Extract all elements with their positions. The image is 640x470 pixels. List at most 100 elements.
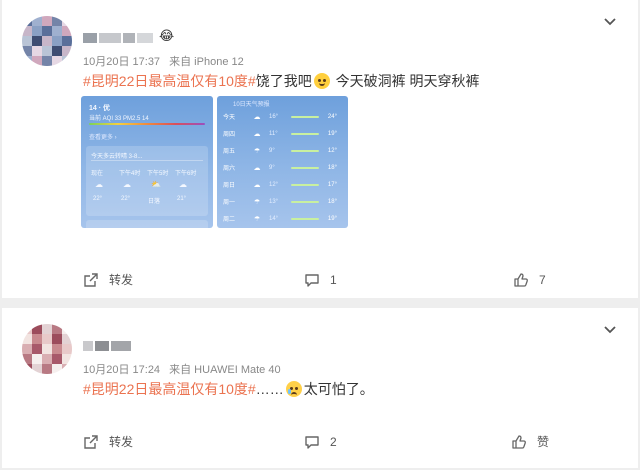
- hourly-summary: 今天多云转晴 3-8...: [91, 154, 143, 160]
- divider: [91, 160, 203, 161]
- action-bar: 转发 1 7: [2, 270, 638, 290]
- forecast-high: 19°: [327, 130, 337, 137]
- temp-range-bar: [291, 149, 319, 152]
- temp-range-bar: [291, 166, 319, 169]
- hour-label: 下午4时: [119, 171, 141, 177]
- chevron-down-icon[interactable]: [602, 322, 618, 338]
- post-time[interactable]: 10月20日 17:24: [83, 364, 160, 376]
- post-text-part: ……: [255, 381, 284, 397]
- comment-button[interactable]: 2: [304, 432, 337, 452]
- temp-range-bar: [291, 132, 319, 135]
- sunset-icon: ⛅: [151, 180, 161, 189]
- forecast-row: 周四 ☁ 11° 19°: [223, 125, 342, 142]
- forecast-row: 周二 ☂ 14° 19°: [223, 210, 342, 227]
- forecast-high: 24°: [327, 113, 337, 120]
- forecast-day: 周日: [223, 183, 236, 189]
- like-button[interactable]: 赞: [511, 432, 549, 452]
- scared-emoji-icon: [285, 381, 302, 397]
- forecast-row: 周六 ☁ 9° 18°: [223, 159, 342, 176]
- forecast-low: 9°: [269, 147, 275, 154]
- forecast-low: 11°: [269, 130, 278, 137]
- temp-range-bar: [291, 200, 319, 203]
- weather-screenshot-image[interactable]: 14 · 优 当前 AQI 33 PM2.5 14 查看更多 › 今天多云转晴 …: [81, 96, 213, 228]
- post-source: 来自 HUAWEI Mate 40: [169, 364, 281, 376]
- temp-range-bar: [291, 183, 319, 186]
- thumbs-up-icon: [512, 435, 526, 449]
- chevron-down-icon[interactable]: [602, 14, 618, 30]
- comment-button[interactable]: 1: [304, 270, 337, 290]
- like-button[interactable]: 7: [513, 270, 546, 290]
- forecast-day: 周四: [223, 132, 236, 138]
- thumbs-up-icon: [514, 273, 528, 287]
- post-time[interactable]: 10月20日 17:37: [83, 56, 160, 68]
- avatar[interactable]: [22, 324, 72, 374]
- forecast-row: 周五 ☂ 9° 12°: [223, 142, 342, 159]
- share-icon: [84, 273, 98, 287]
- post-text: #昆明22日最高温仅有10度#饶了我吧 今天破洞裤 明天穿秋裤: [83, 72, 480, 90]
- comment-count: 2: [330, 435, 337, 449]
- forecast-high: 17°: [327, 181, 337, 188]
- forecast-panel-stub: [86, 220, 208, 228]
- forecast-high: 18°: [327, 198, 337, 205]
- temp-range-bar: [291, 217, 319, 220]
- username-emoji: 😂: [159, 28, 175, 43]
- forecast-day: 今天: [223, 115, 236, 121]
- forecast-low: 16°: [269, 113, 279, 120]
- aqi-detail: 当前 AQI 33 PM2.5 14: [89, 116, 149, 122]
- aqi-location: 14 · 优: [89, 105, 111, 112]
- username[interactable]: 😂: [83, 29, 174, 43]
- weather-icon: ☁: [253, 113, 261, 121]
- cloud-icon: ☁: [179, 180, 187, 189]
- forecast-low: 12°: [269, 181, 279, 188]
- forecast-day: 周六: [223, 166, 236, 172]
- post-text: #昆明22日最高温仅有10度#…… 太可怕了。: [83, 380, 374, 398]
- aqi-link[interactable]: 查看更多 ›: [89, 132, 117, 141]
- username[interactable]: [83, 339, 167, 351]
- forecast-row: 周一 ☂ 13° 18°: [223, 193, 342, 210]
- weather-icon: ☂: [253, 198, 261, 206]
- repost-label: 转发: [109, 435, 134, 449]
- weather-icon: ☁: [253, 181, 261, 189]
- topic-link[interactable]: #昆明22日最高温仅有10度#: [83, 381, 256, 397]
- forecast-high: 19°: [327, 215, 337, 222]
- post-source: 来自 iPhone 12: [169, 56, 244, 68]
- forecast-day: 周二: [223, 217, 236, 223]
- hour-label: 下午5时: [147, 171, 169, 177]
- post-card: 😂 10月20日 17:37 来自 iPhone 12 #昆明22日最高温仅有1…: [2, 0, 638, 298]
- post-text-part: 今天破洞裤 明天穿秋裤: [331, 73, 480, 89]
- forecast-screenshot-image[interactable]: 10日天气预报 今天 ☁ 16° 24° 周四 ☁ 11° 19° 周五 ☂ 9° 12° 周六 ☁ 9° 1…: [217, 96, 348, 228]
- forecast-header: 10日天气预报: [233, 102, 270, 108]
- temp-range-bar: [291, 115, 319, 118]
- repost-label: 转发: [109, 273, 134, 287]
- weather-icon: ☁: [253, 164, 261, 172]
- repost-button[interactable]: 转发: [83, 432, 133, 452]
- post-text-part: 饶了我吧: [255, 73, 312, 89]
- comment-count: 1: [330, 273, 337, 287]
- weather-icon: ☂: [253, 147, 261, 155]
- forecast-high: 12°: [327, 147, 337, 154]
- laugh-cry-emoji-icon: [313, 73, 330, 89]
- weather-icon: ☁: [253, 130, 261, 138]
- forecast-row: 周日 ☁ 12° 17°: [223, 176, 342, 193]
- action-bar: 转发 2 赞: [2, 432, 638, 452]
- weather-icon: ☂: [253, 215, 261, 223]
- hour-label: 现在: [91, 171, 104, 177]
- forecast-high: 18°: [327, 164, 337, 171]
- hour-temp: 22°: [93, 196, 103, 202]
- repost-button[interactable]: 转发: [83, 270, 133, 290]
- forecast-day: 周五: [223, 149, 236, 155]
- share-icon: [84, 435, 98, 449]
- post-meta: 10月20日 17:37 来自 iPhone 12: [83, 53, 250, 69]
- topic-link[interactable]: #昆明22日最高温仅有10度#: [83, 73, 256, 89]
- forecast-low: 13°: [269, 198, 279, 205]
- forecast-low: 9°: [269, 164, 275, 171]
- cloud-icon: ☁: [95, 180, 103, 189]
- like-count: 7: [539, 273, 546, 287]
- avatar[interactable]: [22, 16, 72, 66]
- hour-label: 下午6时: [175, 171, 197, 177]
- like-label: 赞: [537, 435, 550, 449]
- cloud-icon: ☁: [123, 180, 131, 189]
- comment-icon: [305, 274, 319, 287]
- post-meta: 10月20日 17:24 来自 HUAWEI Mate 40: [83, 361, 287, 377]
- comment-icon: [305, 436, 319, 449]
